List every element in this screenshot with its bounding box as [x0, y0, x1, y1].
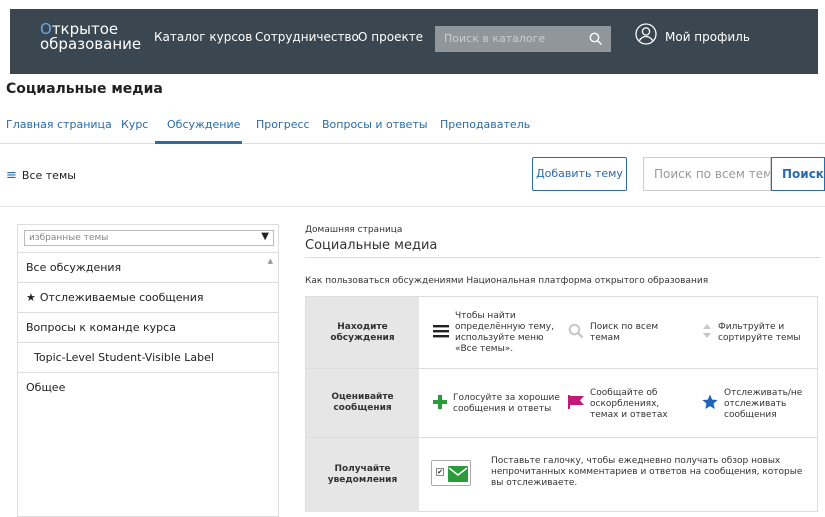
search-icon[interactable]: [589, 31, 603, 50]
search-icon: [568, 323, 584, 343]
page-title: Социальные медиа: [305, 238, 438, 253]
nav-cooperation-link[interactable]: Сотрудничество: [255, 30, 359, 44]
nav-about-link[interactable]: О проекте: [358, 30, 423, 44]
guide-cell: Чтобы найти определённую тему, используй…: [433, 307, 563, 359]
guide-row-find: Находите обсуждения Чтобы найти определё…: [306, 297, 817, 369]
user-avatar-icon: [635, 23, 657, 48]
guide-row-label: Получайте уведомления: [306, 438, 419, 512]
checkbox-icon[interactable]: ✔: [436, 468, 444, 476]
guide-cell: Фильтруйте и сортируйте темы: [702, 307, 814, 359]
topic-student-visible-label[interactable]: Topic-Level Student-Visible Label: [18, 342, 278, 372]
guide-cell-text: Поиск по всем темам: [590, 322, 659, 343]
envelope-icon: [448, 466, 468, 486]
logo-line2: образование: [40, 35, 142, 53]
title-divider: [305, 257, 821, 258]
tab-qa[interactable]: Вопросы и ответы: [322, 118, 428, 131]
course-tabs: Главная страница Курс Обсуждение Прогрес…: [0, 109, 825, 144]
notify-description: Поставьте галочку, чтобы ежедневно получ…: [491, 456, 803, 488]
add-topic-button[interactable]: Добавить тему: [532, 157, 627, 191]
topic-all-discussions[interactable]: Все обсуждения: [18, 252, 278, 282]
guide-cell: Голосуйте за хорошие сообщения и ответы: [433, 377, 563, 431]
discussion-guide: Находите обсуждения Чтобы найти определё…: [305, 296, 818, 512]
sort-icon: [702, 323, 712, 343]
guide-cell-text: Сообщайте об оскорблениях, темах и ответ…: [590, 387, 668, 420]
guide-row-label: Оценивайте сообщения: [306, 369, 419, 437]
tab-progress[interactable]: Прогресс: [256, 118, 310, 131]
menu-icon: ≡: [6, 168, 17, 183]
guide-cell-text: Отслеживать/не отслеживать сообщения: [724, 387, 803, 420]
all-topics-toggle[interactable]: ≡ Все темы: [6, 168, 76, 183]
search-button[interactable]: Поиск: [771, 157, 825, 191]
topic-followed-posts[interactable]: ★ Отслеживаемые сообщения: [18, 282, 278, 312]
all-topics-label: Все темы: [21, 169, 76, 182]
topic-course-team-questions[interactable]: Вопросы к команде курса: [18, 312, 278, 342]
howto-heading: Как пользоваться обсуждениями Национальн…: [305, 276, 709, 286]
guide-cell-text: Чтобы найти определённую тему, используй…: [455, 311, 554, 354]
star-icon: ★: [26, 291, 36, 304]
topics-sidebar: избранные темы ▼ ▲ Все обсуждения ★ Отсле…: [17, 224, 279, 517]
guide-row-label: Находите обсуждения: [306, 297, 419, 368]
tab-discussion[interactable]: Обсуждение: [167, 118, 240, 131]
catalog-search-placeholder: Поиск в каталоге: [444, 32, 546, 45]
tab-home[interactable]: Главная страница: [6, 118, 112, 131]
search-all-input[interactable]: Поиск по всем тем: [643, 157, 771, 191]
guide-cell: Сообщайте об оскорблениях, темах и ответ…: [568, 377, 688, 431]
tab-instructor[interactable]: Преподаватель: [440, 118, 530, 131]
notification-toggle[interactable]: ✔: [431, 460, 471, 486]
catalog-search-input[interactable]: Поиск в каталоге: [435, 26, 611, 52]
top-navigation: Открытое образование Каталог курсов Сотр…: [0, 0, 825, 74]
guide-cell-text: Фильтруйте и сортируйте темы: [718, 322, 801, 343]
topic-filter-input[interactable]: избранные темы ▼: [24, 230, 274, 246]
filter-icon[interactable]: ▼: [261, 231, 269, 242]
guide-row-notify: Получайте уведомления ✔ Поставьте галочк…: [306, 438, 817, 512]
guide-cell-text: Голосуйте за хорошие сообщения и ответы: [453, 393, 560, 414]
site-logo[interactable]: Открытое образование: [40, 22, 141, 52]
plus-icon: [433, 395, 447, 413]
course-title: Социальные медиа: [6, 81, 163, 97]
profile-label: Мой профиль: [665, 30, 750, 44]
top-navigation-bar: Открытое образование Каталог курсов Сотр…: [10, 9, 818, 74]
breadcrumb[interactable]: Домашняя страница: [305, 225, 402, 235]
flag-icon: [568, 395, 584, 413]
topic-general[interactable]: Общее: [18, 372, 278, 402]
guide-cell: Поиск по всем темам: [568, 307, 688, 359]
topic-filter-placeholder: избранные темы: [29, 233, 109, 243]
guide-cell: Отслеживать/не отслеживать сообщения: [702, 377, 814, 431]
topic-followed-label: Отслеживаемые сообщения: [39, 291, 204, 304]
active-tab-indicator: [155, 141, 242, 144]
tab-course[interactable]: Курс: [121, 118, 148, 131]
star-icon: [702, 394, 718, 414]
guide-row-rate: Оценивайте сообщения Голосуйте за хороши…: [306, 369, 817, 438]
toolbar-divider: [0, 206, 825, 207]
nav-catalog-link[interactable]: Каталог курсов: [154, 30, 252, 44]
hamburger-icon: [433, 324, 449, 342]
topics-list: Все обсуждения ★ Отслеживаемые сообщения …: [18, 252, 278, 402]
